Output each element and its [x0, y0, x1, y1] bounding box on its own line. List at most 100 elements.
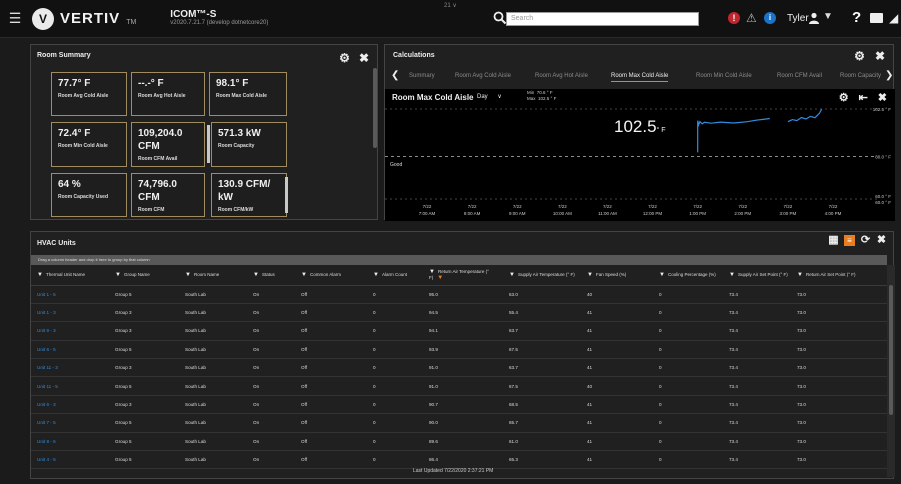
group-by-drop-zone[interactable]: Drag a column header and drop it here to… — [31, 255, 887, 265]
room-summary-expand-icon[interactable]: ✖ — [359, 51, 369, 65]
unit-name-link[interactable]: Unit 1 - 5 — [31, 285, 109, 304]
table-row[interactable]: Unit 1 - 5 Group 5 South Lab On Off 0 95.0 63.0… — [31, 285, 887, 304]
tile-room-avg-cold-aisle[interactable]: 77.7° F Room Avg Cold Aisle — [51, 72, 127, 116]
help-icon[interactable]: ? — [852, 9, 861, 26]
user-name[interactable]: Tyler — [787, 13, 809, 24]
table-row[interactable]: Unit 9 - 3 Group 3 South Lab On Off 0 94.1 63.7… — [31, 321, 887, 341]
column-header-label: Thermal Unit Name — [45, 271, 85, 277]
search-icon[interactable] — [493, 11, 507, 25]
table-cell: 0 — [653, 450, 723, 470]
filter-icon[interactable]: ▼ — [115, 272, 121, 278]
tile-room-avg-hot-aisle[interactable]: --.-° F Room Avg Hot Aisle — [131, 72, 205, 116]
filter-icon[interactable]: ▼ — [729, 272, 735, 278]
list-view-icon[interactable]: ≡ — [844, 235, 855, 246]
table-scrollbar-thumb[interactable] — [889, 285, 893, 415]
table-row[interactable]: Unit 7 - 5 Group 5 South Lab On Off 0 90.0 65.7… — [31, 413, 887, 433]
mini-dropdown-tag[interactable]: 21 ∨ — [444, 2, 457, 9]
filter-icon[interactable]: ▼ — [509, 272, 515, 278]
user-avatar-icon[interactable] — [808, 12, 820, 24]
unit-name-link[interactable]: Unit 7 - 5 — [31, 413, 109, 433]
calculations-settings-icon[interactable]: ⚙ — [854, 49, 865, 63]
filter-icon[interactable]: ▼ — [253, 272, 259, 278]
app-title-block: ICOM™-S v2020.7.21.7 (develop dotnetcore… — [170, 9, 268, 28]
column-header[interactable]: ▼ Common Alarm — [295, 265, 367, 286]
unit-name-link[interactable]: Unit 6 - 3 — [31, 395, 109, 415]
info-icon[interactable]: i — [764, 12, 776, 24]
column-header[interactable]: ▼ Room Name — [179, 265, 247, 286]
calculations-expand-icon[interactable]: ✖ — [875, 49, 885, 63]
tile-room-capacity[interactable]: 571.3 kW Room Capacity — [211, 122, 287, 167]
table-row[interactable]: Unit 11 - 3 Group 3 South Lab On Off 0 91.0 63.… — [31, 358, 887, 378]
tab-room-capacity[interactable]: Room Capacity — [840, 73, 881, 79]
tile-room-cfm-avail[interactable]: 109,204.0 CFM Room CFM Avail — [131, 122, 205, 167]
column-header[interactable]: ▼ Supply Air Set Point (° F) — [723, 265, 791, 286]
table-cell: South Lab — [179, 395, 247, 415]
tab-room-avg-hot-aisle[interactable]: Room Avg Hot Aisle — [535, 73, 588, 79]
table-scrollbar[interactable] — [887, 265, 895, 477]
x-tick-date: 7/22 — [738, 204, 747, 209]
hamburger-menu-icon[interactable]: ☰ — [0, 10, 30, 27]
column-header[interactable]: ▼ Thermal Unit Name — [31, 265, 109, 286]
filter-icon[interactable]: ▼ — [797, 272, 803, 278]
tile-room-max-cold-aisle[interactable]: 98.1° F Room Max Cold Aisle — [209, 72, 287, 116]
tile-scrollbar[interactable] — [285, 177, 288, 213]
column-header-label: Supply Air Set Point (° F) — [737, 271, 788, 277]
filter-icon[interactable]: ▼ — [185, 272, 191, 278]
column-header[interactable]: ▼ Supply Air Temperature (° F) — [503, 265, 581, 286]
tabs-prev-chevron-icon[interactable]: ❮ — [391, 70, 399, 81]
vertiv-logo[interactable]: V VERTIV TM — [32, 7, 136, 30]
filter-icon[interactable]: ▼ — [659, 272, 665, 278]
tile-value: 77.7° F — [58, 78, 91, 89]
column-header[interactable]: ▼ Alarm Count — [367, 265, 423, 286]
table-row[interactable]: Unit 4 - 5 Group 5 South Lab On Off 0 86.4 65.3… — [31, 450, 887, 470]
search-input[interactable]: Search — [506, 12, 699, 26]
x-tick-time: 7:00 AM — [419, 211, 436, 216]
user-menu-chevron-down-icon[interactable]: ▼ — [823, 11, 833, 22]
refresh-icon[interactable]: ⟳ — [860, 235, 871, 246]
tile-room-min-cold-aisle[interactable]: 72.4° F Room Min Cold Aisle — [51, 122, 127, 167]
tile-room-cfm-per-kw[interactable]: 130.9 CFM/ kW Room CFM/kW — [211, 173, 287, 217]
filter-icon[interactable]: ▼ — [37, 272, 43, 278]
tab-summary[interactable]: Summary — [409, 73, 435, 79]
hvac-close-icon[interactable]: ✖ — [876, 235, 887, 246]
column-header[interactable]: ▼ Group Name — [109, 265, 179, 286]
unit-name-link[interactable]: Unit 11 - 3 — [31, 358, 109, 378]
alarm-alert-icon[interactable]: ! — [728, 12, 740, 24]
unit-name-link[interactable]: Unit 4 - 5 — [31, 450, 109, 470]
column-header[interactable]: ▼ Fan Speed (%) — [581, 265, 653, 286]
filter-icon[interactable]: ▼ — [301, 272, 307, 278]
chart-icon[interactable]: ◢ — [889, 11, 898, 25]
unit-name-link[interactable]: Unit 11 - 5 — [31, 376, 109, 396]
table-row[interactable]: Unit 11 - 5 Group 5 South Lab On Off 0 91.0 67.… — [31, 376, 887, 396]
table-row[interactable]: Unit 8 - 5 Group 5 South Lab On Off 0 89.6 61.0… — [31, 432, 887, 452]
warning-icon[interactable]: ⚠ — [746, 11, 757, 25]
chart-view-icon[interactable]: ▦ — [828, 235, 839, 246]
tabs-next-chevron-icon[interactable]: ❯ — [885, 70, 893, 81]
unit-name-link[interactable]: Unit 1 - 3 — [31, 303, 109, 323]
table-cell: 73.4 — [723, 358, 791, 378]
table-row[interactable]: Unit 6 - 5 Group 5 South Lab On Off 0 93.9 67.5… — [31, 340, 887, 360]
tile-room-capacity-used[interactable]: 64 % Room Capacity Used — [51, 173, 127, 217]
tile-room-cfm[interactable]: 74,796.0 CFM Room CFM — [131, 173, 205, 217]
tab-room-min-cold-aisle[interactable]: Room Min Cold Aisle — [696, 73, 752, 79]
unit-name-link[interactable]: Unit 6 - 5 — [31, 340, 109, 360]
tab-room-max-cold-aisle[interactable]: Room Max Cold Aisle — [611, 73, 669, 82]
column-header[interactable]: ▼ Status — [247, 265, 295, 286]
filter-icon[interactable]: ▼ — [373, 272, 379, 278]
unit-name-link[interactable]: Unit 8 - 5 — [31, 432, 109, 452]
tab-room-avg-cold-aisle[interactable]: Room Avg Cold Aisle — [455, 73, 511, 79]
room-summary-scrollbar[interactable] — [373, 68, 377, 148]
unit-name-link[interactable]: Unit 9 - 3 — [31, 321, 109, 341]
sort-desc-icon[interactable]: ▼ — [437, 275, 443, 281]
table-row[interactable]: Unit 1 - 3 Group 3 South Lab On Off 0 94.5 55.4… — [31, 303, 887, 323]
column-header[interactable]: ▼ Return Air Temperature (° F) ▼ — [423, 265, 503, 286]
room-summary-settings-icon[interactable]: ⚙ — [339, 51, 350, 65]
column-header-label: Supply Air Temperature (° F) — [517, 271, 575, 277]
filter-icon[interactable]: ▼ — [587, 272, 593, 278]
tile-scrollbar[interactable] — [207, 125, 210, 163]
table-row[interactable]: Unit 6 - 3 Group 3 South Lab On Off 0 90.7 68.5… — [31, 395, 887, 415]
folder-icon[interactable] — [870, 13, 883, 23]
tab-room-cfm-avail[interactable]: Room CFM Avail — [777, 73, 822, 79]
column-header[interactable]: ▼ Cooling Percentage (%) — [653, 265, 723, 286]
column-header[interactable]: ▼ Return Air Set Point (° F) — [791, 265, 887, 286]
